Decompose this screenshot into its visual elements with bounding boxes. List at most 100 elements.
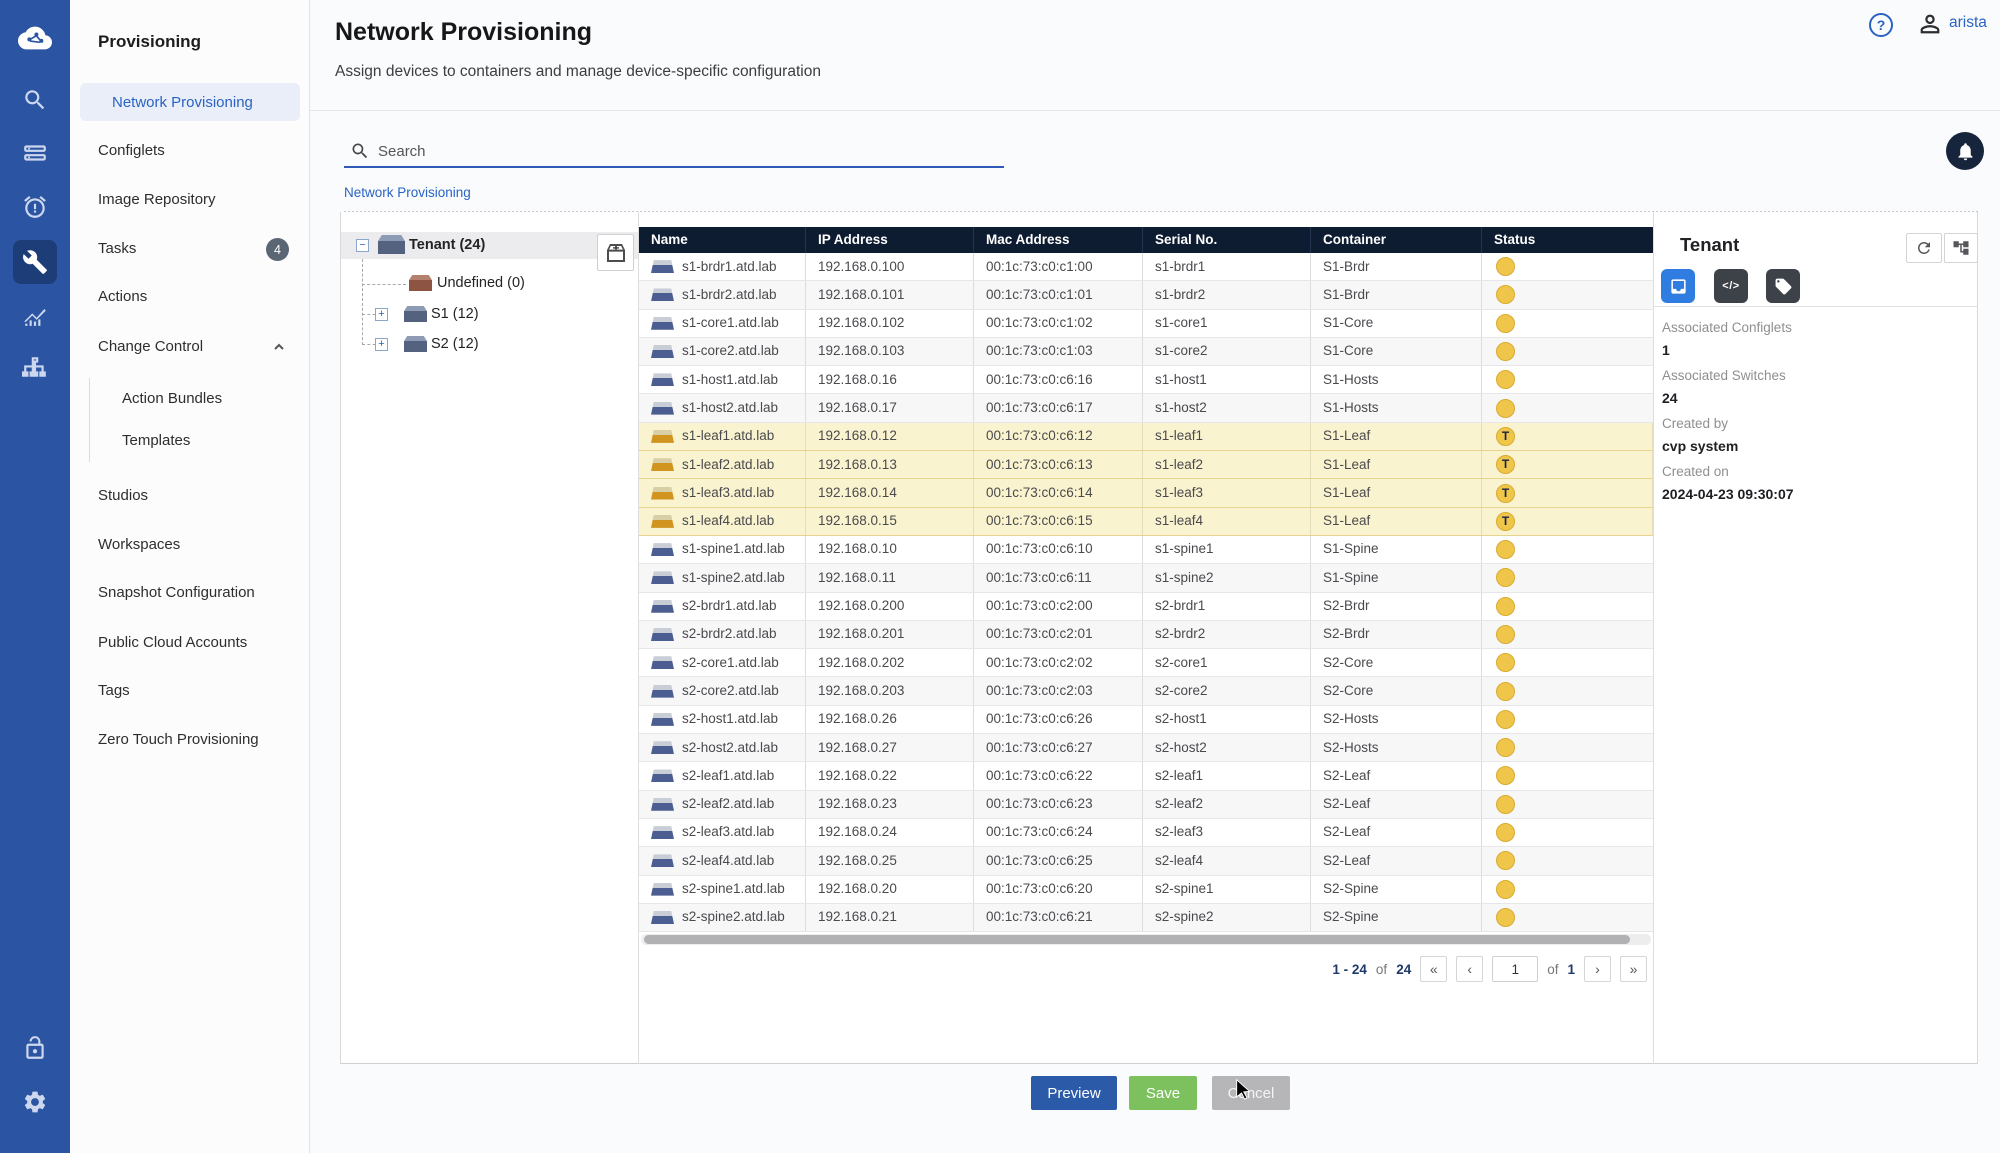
tree-node-tenant[interactable]: Tenant (24) [409, 232, 485, 259]
sidebar-item-configlets[interactable]: Configlets [98, 137, 165, 165]
tree-expand-toggle-s1[interactable]: + [375, 308, 388, 321]
tab-labels[interactable] [1766, 269, 1800, 303]
table-row[interactable]: s1-brdr2.atd.lab 192.168.0.101 00:1c:73:… [639, 281, 1653, 309]
events-alarm-icon[interactable] [17, 189, 53, 225]
save-button[interactable]: Save [1129, 1076, 1197, 1110]
table-row[interactable]: s1-core1.atd.lab 192.168.0.102 00:1c:73:… [639, 310, 1653, 338]
cancel-button[interactable]: Cancel [1212, 1076, 1290, 1110]
sidebar-item-workspaces[interactable]: Workspaces [98, 531, 180, 559]
table-row[interactable]: s2-leaf4.atd.lab 192.168.0.25 00:1c:73:c… [639, 847, 1653, 875]
task-pending-badge[interactable] [1496, 682, 1515, 701]
first-page-button[interactable]: « [1420, 956, 1447, 982]
task-pending-badge[interactable] [1496, 257, 1515, 276]
table-row[interactable]: s2-brdr1.atd.lab 192.168.0.200 00:1c:73:… [639, 593, 1653, 621]
table-row[interactable]: s2-host2.atd.lab 192.168.0.27 00:1c:73:c… [639, 734, 1653, 762]
user-avatar-icon[interactable] [1916, 10, 1944, 38]
add-container-button[interactable] [597, 234, 634, 271]
task-pending-badge[interactable] [1496, 314, 1515, 333]
tab-configlets[interactable]: </> [1714, 269, 1748, 303]
column-header-serial[interactable]: Serial No. [1143, 227, 1311, 253]
table-row[interactable]: s2-core1.atd.lab 192.168.0.202 00:1c:73:… [639, 649, 1653, 677]
task-pending-badge[interactable] [1496, 285, 1515, 304]
column-header-ip[interactable]: IP Address [806, 227, 974, 253]
tree-node-s2[interactable]: S2 (12) [431, 332, 479, 357]
sidebar-item-change-control[interactable]: Change Control [98, 333, 203, 361]
devices-icon[interactable] [17, 135, 53, 171]
notifications-bell-icon[interactable] [1946, 132, 1984, 170]
table-row[interactable]: s2-leaf1.atd.lab 192.168.0.22 00:1c:73:c… [639, 762, 1653, 790]
metrics-icon[interactable] [17, 297, 53, 333]
table-row[interactable]: s1-spine2.atd.lab 192.168.0.11 00:1c:73:… [639, 564, 1653, 592]
page-number-input[interactable] [1492, 956, 1538, 982]
preview-button[interactable]: Preview [1031, 1076, 1117, 1110]
table-row[interactable]: s1-leaf3.atd.lab 192.168.0.14 00:1c:73:c… [639, 479, 1653, 507]
task-pending-badge[interactable] [1496, 766, 1515, 785]
sidebar-item-tags[interactable]: Tags [98, 677, 130, 705]
task-pending-badge[interactable]: T [1496, 512, 1515, 531]
table-row[interactable]: s2-brdr2.atd.lab 192.168.0.201 00:1c:73:… [639, 621, 1653, 649]
sidebar-item-action-bundles[interactable]: Action Bundles [122, 385, 222, 413]
topology-icon[interactable] [17, 349, 53, 385]
next-page-button[interactable]: › [1584, 956, 1611, 982]
sidebar-item-network-provisioning[interactable]: Network Provisioning [80, 83, 300, 121]
settings-gear-icon[interactable] [17, 1084, 53, 1120]
column-header-container[interactable]: Container [1311, 227, 1482, 253]
help-icon[interactable]: ? [1869, 13, 1893, 37]
task-pending-badge[interactable]: T [1496, 427, 1515, 446]
table-row[interactable]: s1-host2.atd.lab 192.168.0.17 00:1c:73:c… [639, 394, 1653, 422]
table-row[interactable]: s2-spine1.atd.lab 192.168.0.20 00:1c:73:… [639, 876, 1653, 904]
username[interactable]: arista [1949, 14, 1987, 32]
horizontal-scrollbar[interactable] [641, 934, 1651, 945]
last-page-button[interactable]: » [1620, 956, 1647, 982]
table-row[interactable]: s2-core2.atd.lab 192.168.0.203 00:1c:73:… [639, 677, 1653, 705]
table-row[interactable]: s1-leaf4.atd.lab 192.168.0.15 00:1c:73:c… [639, 508, 1653, 536]
prev-page-button[interactable]: ‹ [1456, 956, 1483, 982]
table-row[interactable]: s1-leaf2.atd.lab 192.168.0.13 00:1c:73:c… [639, 451, 1653, 479]
task-pending-badge[interactable] [1496, 851, 1515, 870]
refresh-icon[interactable] [1906, 233, 1942, 263]
sidebar-item-studios[interactable]: Studios [98, 482, 148, 510]
task-pending-badge[interactable] [1496, 653, 1515, 672]
sidebar-item-image-repository[interactable]: Image Repository [98, 186, 216, 214]
tab-container-details[interactable] [1661, 269, 1695, 303]
task-pending-badge[interactable] [1496, 342, 1515, 361]
sidebar-item-templates[interactable]: Templates [122, 427, 190, 455]
sidebar-item-actions[interactable]: Actions [98, 283, 147, 311]
column-header-name[interactable]: Name [639, 227, 806, 253]
tree-expand-toggle-s2[interactable]: + [375, 338, 388, 351]
table-row[interactable]: s2-spine2.atd.lab 192.168.0.21 00:1c:73:… [639, 904, 1653, 932]
table-row[interactable]: s1-leaf1.atd.lab 192.168.0.12 00:1c:73:c… [639, 423, 1653, 451]
task-pending-badge[interactable] [1496, 540, 1515, 559]
breadcrumb[interactable]: Network Provisioning [344, 185, 471, 200]
scrollbar-thumb[interactable] [644, 935, 1630, 944]
sidebar-item-zero-touch-provisioning[interactable]: Zero Touch Provisioning [98, 726, 259, 754]
task-pending-badge[interactable] [1496, 908, 1515, 927]
table-row[interactable]: s2-leaf2.atd.lab 192.168.0.23 00:1c:73:c… [639, 791, 1653, 819]
sidebar-item-public-cloud-accounts[interactable]: Public Cloud Accounts [98, 629, 247, 657]
chevron-up-icon[interactable] [272, 340, 286, 354]
table-row[interactable]: s1-host1.atd.lab 192.168.0.16 00:1c:73:c… [639, 366, 1653, 394]
search-input[interactable] [378, 138, 998, 164]
task-pending-badge[interactable] [1496, 568, 1515, 587]
tree-node-undefined[interactable]: Undefined (0) [437, 271, 525, 296]
task-pending-badge[interactable] [1496, 795, 1515, 814]
task-pending-badge[interactable] [1496, 597, 1515, 616]
column-header-mac[interactable]: Mac Address [974, 227, 1143, 253]
table-row[interactable]: s2-host1.atd.lab 192.168.0.26 00:1c:73:c… [639, 706, 1653, 734]
task-pending-badge[interactable] [1496, 738, 1515, 757]
task-pending-badge[interactable] [1496, 370, 1515, 389]
task-pending-badge[interactable] [1496, 625, 1515, 644]
global-search-icon[interactable] [17, 82, 53, 118]
lock-open-icon[interactable] [17, 1030, 53, 1066]
sidebar-item-snapshot-configuration[interactable]: Snapshot Configuration [98, 579, 255, 607]
task-pending-badge[interactable] [1496, 710, 1515, 729]
provisioning-wrench-icon[interactable] [13, 240, 57, 284]
column-header-status[interactable]: Status [1482, 227, 1653, 253]
table-row[interactable]: s1-core2.atd.lab 192.168.0.103 00:1c:73:… [639, 338, 1653, 366]
task-pending-badge[interactable]: T [1496, 455, 1515, 474]
table-row[interactable]: s1-brdr1.atd.lab 192.168.0.100 00:1c:73:… [639, 253, 1653, 281]
tree-node-s1[interactable]: S1 (12) [431, 302, 479, 327]
hierarchy-view-icon[interactable] [1944, 233, 1978, 263]
task-pending-badge[interactable] [1496, 880, 1515, 899]
table-row[interactable]: s2-leaf3.atd.lab 192.168.0.24 00:1c:73:c… [639, 819, 1653, 847]
